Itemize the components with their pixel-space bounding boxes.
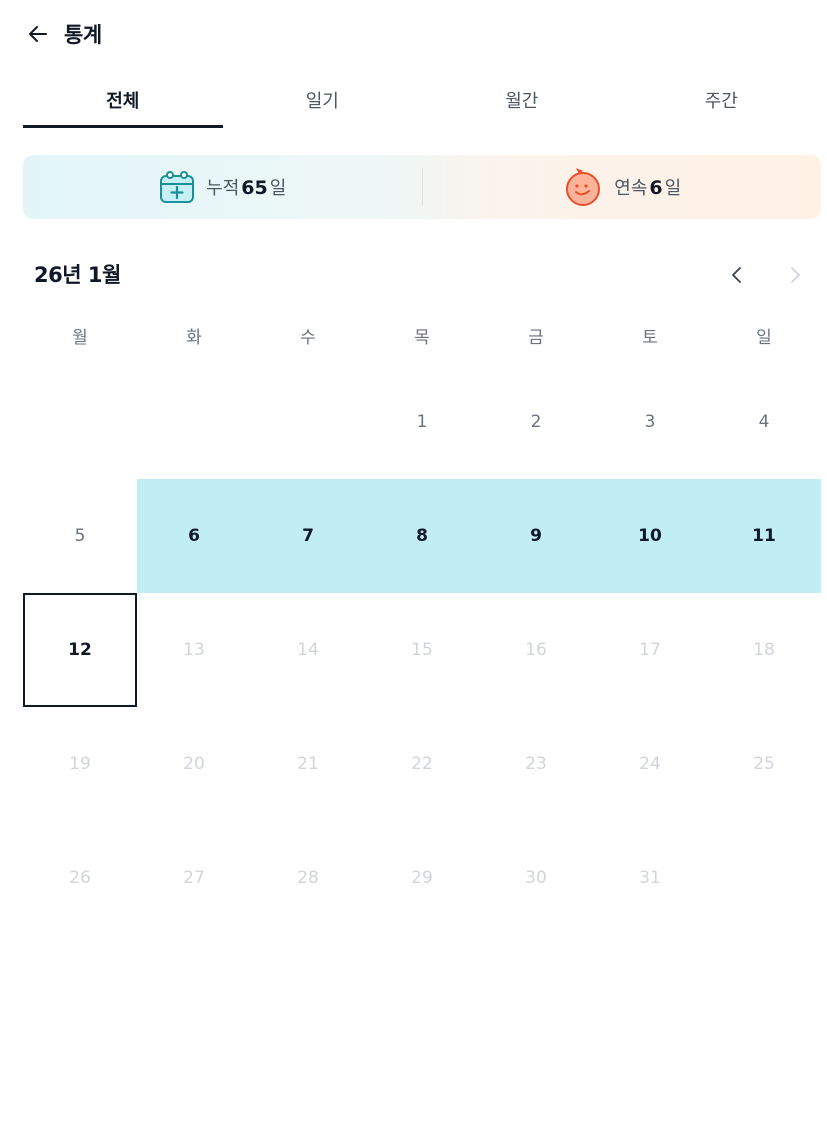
calendar-day[interactable]: 3 (593, 365, 707, 479)
calendar-day-empty (251, 365, 365, 479)
calendar-day-future: 24 (639, 754, 661, 774)
calendar-day-future: 21 (297, 754, 319, 774)
chevron-right-icon (791, 267, 800, 283)
stat-cumulative-label: 누적 (206, 178, 240, 199)
stat-cumulative: 누적 65 일 (23, 155, 422, 219)
calendar-day-future: 28 (297, 868, 319, 888)
calendar-day-future: 16 (525, 640, 547, 660)
stats-banner: 누적 65 일 연속 6 일 (23, 155, 821, 219)
next-month-button[interactable] (782, 262, 808, 288)
stat-streak-label: 연속 (614, 178, 648, 199)
stat-streak: 연속 6 일 (423, 155, 822, 219)
calendar-day-future: 19 (69, 754, 91, 774)
weekday-label: 목 (414, 327, 430, 348)
calendar-day-streak[interactable]: 9 (479, 479, 593, 593)
weekday-header-row: 월 화 수 목 금 토 일 (23, 305, 821, 365)
stat-streak-value: 6 (649, 177, 663, 199)
calendar-day-future: 14 (297, 640, 319, 660)
calendar-day-future: 26 (69, 868, 91, 888)
tab-bar: 전체 일기 월간 주간 (23, 72, 821, 128)
page-title: 통계 (64, 23, 102, 47)
weekday-label: 금 (528, 327, 544, 348)
calendar-day-future: 20 (183, 754, 205, 774)
calendar-day-streak[interactable]: 6 (137, 479, 251, 593)
tab-monthly[interactable]: 월간 (422, 72, 622, 128)
arrow-left-icon (29, 26, 47, 42)
calendar-day-future: 17 (639, 640, 661, 660)
chevron-left-icon (732, 267, 741, 283)
smiley-face-icon (566, 168, 601, 206)
calendar-day-future: 18 (753, 640, 775, 660)
calendar-day-future: 15 (411, 640, 433, 660)
calendar-week: 26 27 28 29 30 31 (23, 821, 821, 935)
calendar-day[interactable]: 1 (365, 365, 479, 479)
weekday-label: 월 (72, 327, 88, 348)
calendar-day[interactable]: 5 (23, 479, 137, 593)
stat-cumulative-unit: 일 (269, 178, 287, 199)
calendar-day-streak[interactable]: 11 (707, 479, 821, 593)
weekday-label: 수 (300, 327, 316, 348)
calendar-week: 5 6 7 8 9 10 11 (23, 479, 821, 593)
calendar-day-future: 29 (411, 868, 433, 888)
weekday-label: 화 (186, 327, 202, 348)
calendar-plus-icon (160, 171, 195, 203)
tab-diary[interactable]: 일기 (223, 72, 423, 128)
calendar-day-future: 13 (183, 640, 205, 660)
calendar-week: 19 20 21 22 23 24 25 (23, 707, 821, 821)
calendar-day-today[interactable]: 12 (23, 593, 137, 707)
calendar-day[interactable]: 4 (707, 365, 821, 479)
tab-weekly[interactable]: 주간 (622, 72, 822, 128)
app-header: 통계 (24, 14, 102, 54)
tab-all[interactable]: 전체 (23, 72, 223, 128)
calendar-grid: 월 화 수 목 금 토 일 1 2 3 4 5 6 7 8 9 10 11 12… (23, 305, 821, 935)
calendar-day-future: 23 (525, 754, 547, 774)
calendar-day-future: 22 (411, 754, 433, 774)
calendar-day-streak[interactable]: 8 (365, 479, 479, 593)
stat-streak-unit: 일 (664, 178, 682, 199)
calendar-day-streak[interactable]: 10 (593, 479, 707, 593)
back-button[interactable] (24, 20, 52, 48)
calendar-day-empty (707, 821, 821, 935)
calendar-week: 12 13 14 15 16 17 18 (23, 593, 821, 707)
stat-cumulative-value: 65 (241, 177, 268, 199)
calendar-day-future: 31 (639, 868, 661, 888)
month-title: 26년 1월 (34, 263, 121, 287)
calendar-day[interactable]: 2 (479, 365, 593, 479)
calendar-day-empty (137, 365, 251, 479)
weekday-label: 일 (756, 327, 772, 348)
calendar-day-future: 30 (525, 868, 547, 888)
calendar-day-empty (23, 365, 137, 479)
calendar-day-streak[interactable]: 7 (251, 479, 365, 593)
calendar-week: 1 2 3 4 (23, 365, 821, 479)
calendar-day-future: 25 (753, 754, 775, 774)
weekday-label: 토 (642, 327, 658, 348)
calendar-day-future: 27 (183, 868, 205, 888)
prev-month-button[interactable] (724, 262, 750, 288)
